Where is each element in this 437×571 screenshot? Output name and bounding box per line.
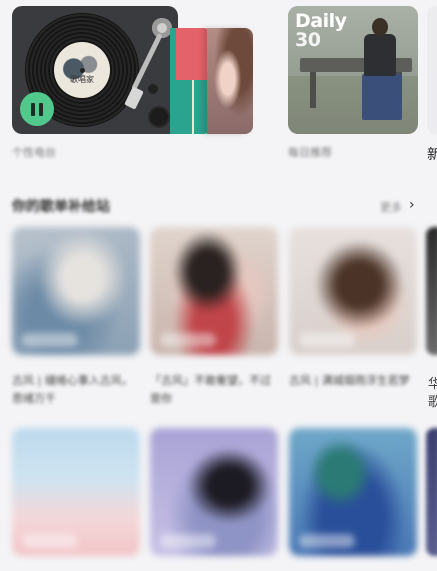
daily-caption: 每日推荐 [288,146,332,159]
play-count-badge [22,333,78,347]
section-more-link[interactable]: 更多 [380,199,402,215]
now-playing-card[interactable]: 歌唱家 [12,6,178,134]
play-count-badge [299,534,355,548]
now-playing-caption: 个性电台 [12,146,56,159]
playlist-cover-3[interactable] [289,227,417,355]
play-count-badge [160,333,216,347]
play-count-badge [160,534,216,548]
record-label-text: 歌唱家 [70,75,94,85]
turntable-knob-small [148,84,158,94]
next-card-caption: 新 [427,147,437,163]
turntable-knob [150,108,168,126]
playlist-caption-2[interactable]: 「古风」不敢奢望，不过是你 [150,372,274,408]
stacked-cover-2[interactable] [207,28,253,134]
section-title: 你的歌单补给站 [12,199,110,215]
playlist-cover-edge[interactable] [426,227,437,355]
daily-30-card[interactable]: Daily 30 [288,6,418,134]
playlist-caption-edge[interactable]: 华歌 [428,376,437,412]
playlist-cover-edge-2[interactable] [426,428,437,556]
pause-icon [31,102,35,116]
stacked-cover-1[interactable] [170,28,210,134]
playlist-cover-5[interactable] [150,428,278,556]
playlist-caption-3[interactable]: 古风 | 满城烟雨浮生若梦 [289,372,413,390]
chevron-right-icon[interactable]: › [409,198,415,212]
pause-button[interactable] [20,92,54,126]
playlist-caption-1[interactable]: 古风 | 缱绻心事入古风，思绪万千 [12,372,136,408]
playlist-cover-1[interactable] [12,227,140,355]
playlist-cover-2[interactable] [150,227,278,355]
play-count-badge [299,333,355,347]
playlist-cover-4[interactable] [12,428,140,556]
next-card-edge[interactable] [427,6,437,134]
play-count-badge [22,534,78,548]
daily-30-badge: Daily 30 [295,12,347,50]
daily-badge-number: 30 [295,29,321,51]
playlist-cover-6[interactable] [289,428,417,556]
